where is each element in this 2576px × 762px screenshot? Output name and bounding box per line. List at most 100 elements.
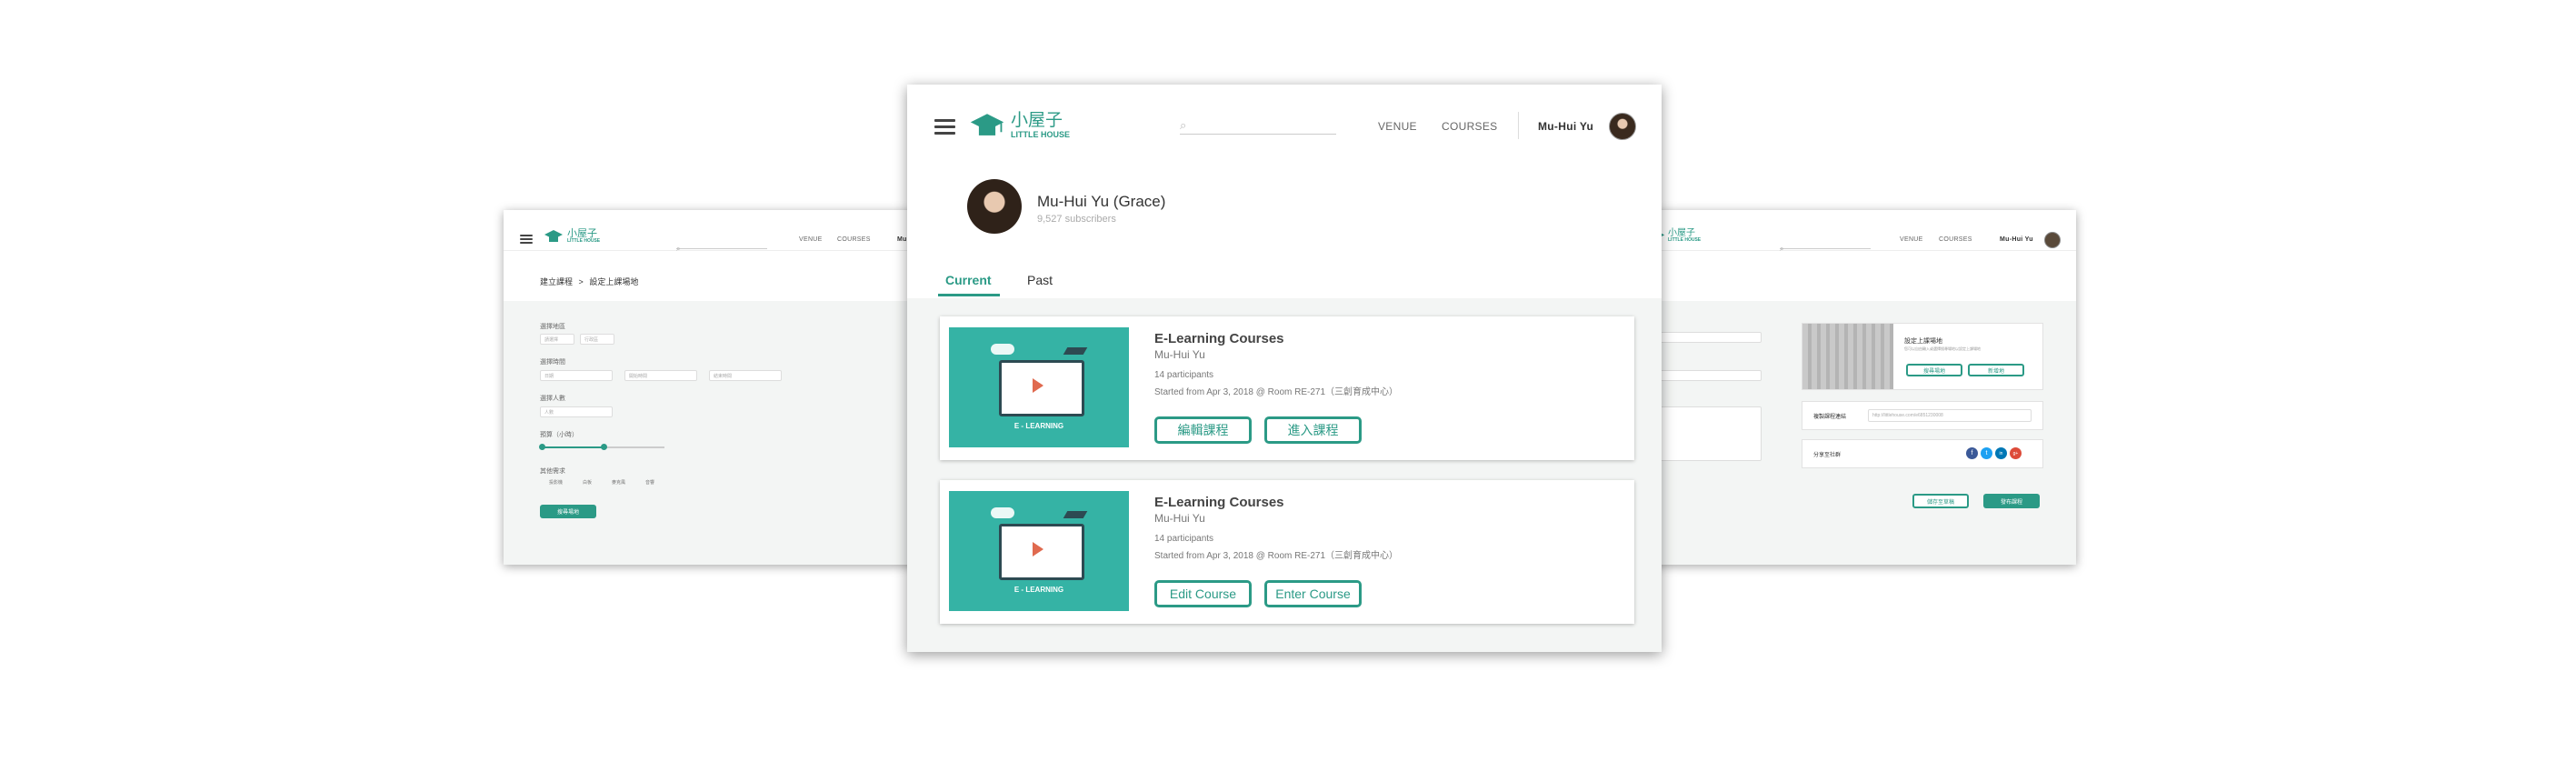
breadcrumb-step1[interactable]: 建立課程: [540, 277, 573, 286]
search-venue-button[interactable]: 搜尋場地: [1906, 364, 1962, 376]
nav-courses[interactable]: COURSES: [1939, 236, 1972, 243]
search-input[interactable]: ⌕: [1180, 117, 1336, 135]
google-plus-icon[interactable]: g+: [2010, 447, 2022, 459]
search-input[interactable]: ⌕: [676, 239, 767, 253]
slider-handle-max[interactable]: [601, 444, 607, 450]
graduation-cap-icon: [544, 230, 563, 242]
right-form-section: 設定上課場地 您可以自由輸入或選擇搜尋場地以設定上課場地 搜尋場地 新增地 複製…: [1643, 301, 2076, 565]
option-checkbox[interactable]: 白板: [583, 479, 592, 486]
venue-card: 設定上課場地 您可以自由輸入或選擇搜尋場地以設定上課場地 搜尋場地 新增地: [1802, 323, 2043, 390]
publish-course-button[interactable]: 發布課程: [1983, 494, 2040, 508]
start-time-field[interactable]: 開始時間: [624, 370, 697, 381]
end-time-field[interactable]: 結束時間: [709, 370, 782, 381]
course-thumbnail[interactable]: E - LEARNING: [949, 327, 1129, 447]
area-select-2[interactable]: 行政區: [580, 334, 614, 345]
budget-slider[interactable]: [539, 444, 664, 450]
nav-courses[interactable]: COURSES: [1442, 120, 1497, 133]
people-field[interactable]: 人數: [540, 406, 613, 417]
add-venue-button[interactable]: 新增地: [1968, 364, 2024, 376]
venue-card-desc: 您可以自由輸入或選擇搜尋場地以設定上課場地: [1904, 346, 1981, 351]
area-select-1[interactable]: 請選擇: [540, 334, 574, 345]
left-form-section: 選擇地區 請選擇 行政區 選擇時間 日期 開始時間 結束時間 選擇人數 人數 預…: [504, 301, 933, 565]
menu-icon[interactable]: [520, 235, 533, 244]
share-card: 分享至社群 f t in g+: [1802, 439, 2043, 468]
slider-fill: [542, 446, 604, 448]
facebook-icon[interactable]: f: [1966, 447, 1978, 459]
search-icon: ⌕: [1780, 245, 1784, 253]
right-screen: 小屋子 LITTLE HOUSE ⌕ VENUE COURSES Mu-Hui Y…: [1643, 210, 2076, 565]
course-card[interactable]: E - LEARNING E-Learning Courses Mu-Hui Y…: [940, 316, 1634, 460]
thumbnail-label: E - LEARNING: [1013, 586, 1064, 594]
slider-handle-min[interactable]: [539, 444, 545, 450]
course-thumbnail[interactable]: E - LEARNING: [949, 491, 1129, 611]
user-name[interactable]: Mu-Hui Yu: [2000, 236, 2033, 243]
social-icons: f t in g+: [1966, 447, 2022, 459]
profile-name: Mu-Hui Yu (Grace): [1037, 193, 1166, 210]
nav-venue[interactable]: VENUE: [799, 236, 823, 243]
avatar[interactable]: [2044, 232, 2061, 248]
area-label: 選擇地區: [540, 324, 565, 330]
link-card: 複製課程連結 http://littlehouse.com/e685123000…: [1802, 401, 2043, 430]
course-link-field[interactable]: http://littlehouse.com/e6851230008: [1868, 409, 2032, 422]
user-name[interactable]: Mu: [897, 236, 907, 243]
graduation-cap-icon: [970, 114, 1004, 135]
left-screen: 小屋子 LITTLE HOUSE ⌕ VENUE COURSES Mu 建立課程 …: [504, 210, 933, 565]
cloud-icon: [991, 507, 1014, 518]
option-checkbox[interactable]: 麥克風: [612, 479, 625, 486]
budget-label: 預算（小時）: [540, 432, 578, 438]
graduation-cap-icon: [1063, 511, 1088, 518]
tab-past[interactable]: Past: [1027, 273, 1053, 287]
course-author: Mu-Hui Yu: [1154, 348, 1205, 361]
brand-en: LITTLE HOUSE: [567, 238, 601, 244]
breadcrumb-step2: 設定上課場地: [589, 277, 639, 286]
brand-en: LITTLE HOUSE: [1668, 237, 1702, 243]
cloud-icon: [991, 344, 1014, 355]
play-icon: [1033, 542, 1043, 556]
brand-logo[interactable]: 小屋子 LITTLE HOUSE: [969, 112, 1070, 139]
option-checkbox[interactable]: 音響: [645, 479, 654, 486]
search-icon: ⌕: [1180, 118, 1187, 132]
avatar[interactable]: [1609, 113, 1636, 140]
edit-course-button[interactable]: Edit Course: [1154, 580, 1252, 607]
course-title[interactable]: E-Learning Courses: [1154, 495, 1284, 510]
edit-course-button[interactable]: 編輯課程: [1154, 416, 1252, 444]
nav-venue[interactable]: VENUE: [1378, 120, 1417, 133]
other-options: 投影機 白板 麥克風 音響: [549, 479, 654, 486]
profile-avatar[interactable]: [967, 179, 1022, 234]
nav-venue[interactable]: VENUE: [1900, 236, 1923, 243]
menu-icon[interactable]: [934, 119, 955, 135]
option-checkbox[interactable]: 投影機: [549, 479, 563, 486]
tab-current[interactable]: Current: [945, 273, 992, 287]
venue-image: [1802, 324, 1893, 389]
save-draft-button[interactable]: 儲存至草稿: [1912, 494, 1969, 508]
time-label: 選擇時間: [540, 359, 565, 366]
search-venue-button[interactable]: 搜尋場地: [540, 505, 596, 518]
course-title[interactable]: E-Learning Courses: [1154, 331, 1284, 346]
tab-current-underline: [938, 294, 1000, 296]
enter-course-button[interactable]: 進入課程: [1264, 416, 1362, 444]
brand-cn: 小屋子: [1011, 111, 1063, 130]
enter-course-button[interactable]: Enter Course: [1264, 580, 1362, 607]
share-label: 分享至社群: [1813, 453, 1842, 458]
left-header: 小屋子 LITTLE HOUSE ⌕ VENUE COURSES Mu: [504, 210, 933, 253]
course-author: Mu-Hui Yu: [1154, 512, 1205, 525]
left-breadcrumb: 建立課程 > 設定上課場地: [540, 276, 638, 287]
course-start: Started from Apr 3, 2018 @ Room RE-271（三…: [1154, 551, 1399, 561]
course-participants: 14 participants: [1154, 370, 1214, 380]
header-divider: [1518, 112, 1519, 139]
search-input[interactable]: ⌕: [1780, 239, 1871, 253]
right-header: 小屋子 LITTLE HOUSE ⌕ VENUE COURSES Mu-Hui Y…: [1643, 210, 2076, 253]
date-field[interactable]: 日期: [540, 370, 613, 381]
course-start: Started from Apr 3, 2018 @ Room RE-271（三…: [1154, 387, 1399, 397]
link-label: 複製課程連結: [1813, 415, 1847, 420]
other-label: 其他需求: [540, 468, 565, 475]
twitter-icon[interactable]: t: [1981, 447, 1992, 459]
user-name[interactable]: Mu-Hui Yu: [1538, 120, 1593, 133]
nav-courses[interactable]: COURSES: [837, 236, 871, 243]
course-card[interactable]: E - LEARNING E-Learning Courses Mu-Hui Y…: [940, 480, 1634, 624]
linkedin-icon[interactable]: in: [1995, 447, 2007, 459]
thumbnail-label: E - LEARNING: [1013, 422, 1064, 430]
brand-logo[interactable]: 小屋子 LITTLE HOUSE: [544, 229, 600, 244]
venue-card-title: 設定上課場地: [1904, 338, 1942, 345]
profile-subscribers: 9,527 subscribers: [1037, 214, 1116, 225]
